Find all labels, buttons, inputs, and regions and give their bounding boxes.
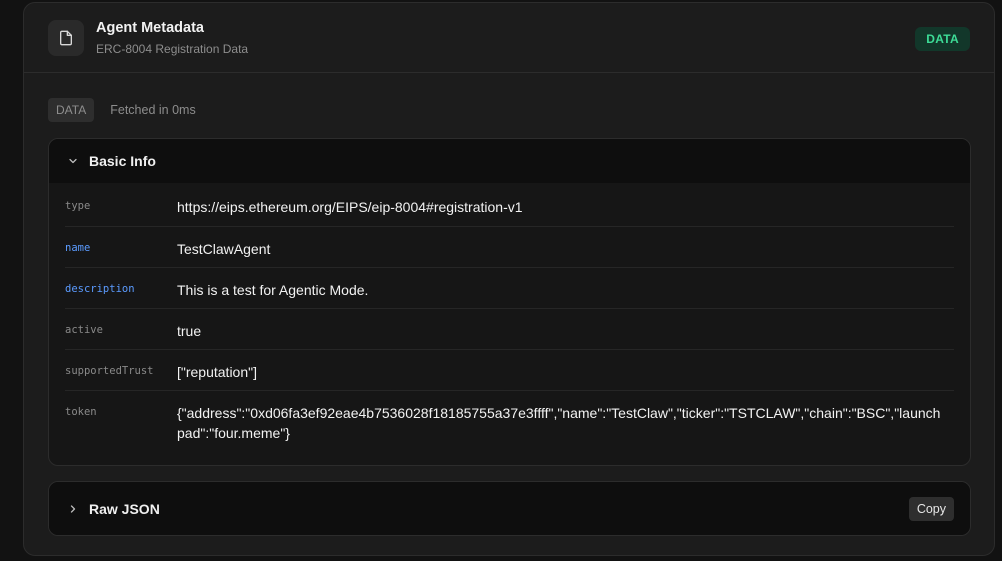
- field-key: active: [65, 324, 103, 336]
- document-icon: [48, 20, 84, 56]
- field-row-name: name TestClawAgent: [65, 227, 954, 268]
- field-row-type: type https://eips.ethereum.org/EIPS/eip-…: [65, 183, 954, 227]
- agent-metadata-card: Agent Metadata ERC-8004 Registration Dat…: [23, 2, 995, 556]
- copy-button[interactable]: Copy: [908, 496, 954, 521]
- chevron-down-icon: [67, 155, 79, 167]
- raw-json-section: Raw JSON Copy: [48, 481, 971, 536]
- data-type-chip: DATA: [48, 98, 95, 122]
- field-key: supportedTrust: [65, 365, 154, 377]
- basic-info-rows: type https://eips.ethereum.org/EIPS/eip-…: [49, 183, 970, 453]
- field-key: name: [65, 242, 91, 254]
- fetch-time-text: Fetched in 0ms: [110, 103, 196, 117]
- raw-json-toggle[interactable]: Raw JSON Copy: [49, 482, 970, 535]
- field-row-token: token {"address":"0xd06fa3ef92eae4b75360…: [65, 391, 954, 453]
- field-key: description: [65, 283, 135, 295]
- field-key: token: [65, 406, 97, 418]
- chevron-right-icon: [67, 503, 79, 515]
- basic-info-section: Basic Info type https://eips.ethereum.or…: [48, 138, 971, 466]
- basic-info-title: Basic Info: [89, 153, 156, 169]
- field-value: https://eips.ethereum.org/EIPS/eip-8004#…: [177, 199, 523, 215]
- field-value: {"address":"0xd06fa3ef92eae4b7536028f181…: [177, 405, 941, 441]
- status-badge: DATA: [915, 27, 970, 51]
- field-value: TestClawAgent: [177, 241, 271, 257]
- field-value: This is a test for Agentic Mode.: [177, 282, 369, 298]
- basic-info-toggle[interactable]: Basic Info: [49, 139, 970, 183]
- field-row-active: active true: [65, 309, 954, 350]
- raw-json-title: Raw JSON: [89, 500, 160, 517]
- field-row-supported-trust: supportedTrust ["reputation"]: [65, 350, 954, 391]
- card-header: Agent Metadata ERC-8004 Registration Dat…: [24, 3, 994, 73]
- page-subtitle: ERC-8004 Registration Data: [96, 42, 249, 56]
- field-row-description: description This is a test for Agentic M…: [65, 268, 954, 309]
- field-key: type: [65, 200, 91, 212]
- page-title: Agent Metadata: [96, 20, 204, 36]
- field-value: ["reputation"]: [177, 364, 257, 380]
- field-value: true: [177, 323, 202, 339]
- fetch-meta: DATA Fetched in 0ms: [48, 98, 196, 122]
